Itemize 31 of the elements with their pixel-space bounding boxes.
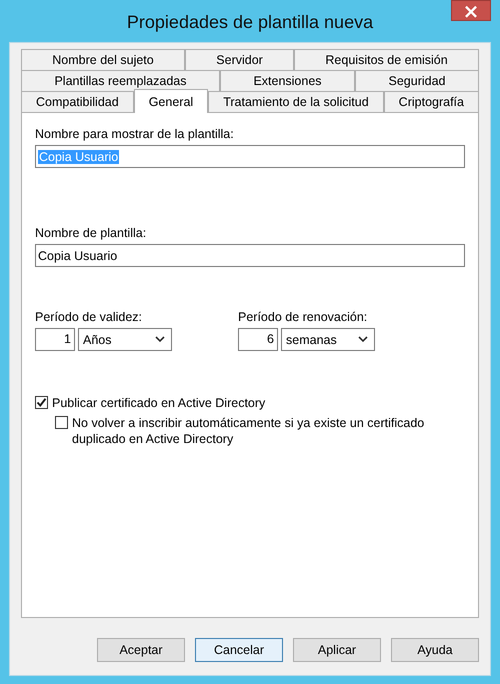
number-field[interactable]: 1 <box>35 328 75 351</box>
dialog-button[interactable]: Cancelar <box>195 638 283 662</box>
field-label: Nombre de plantilla: <box>35 226 148 240</box>
template-name-field[interactable]: Copia Usuario <box>35 244 465 267</box>
number-field[interactable]: 6 <box>238 328 278 351</box>
dialog-button[interactable]: Aceptar <box>97 638 185 662</box>
tab[interactable]: Criptografía <box>384 91 479 112</box>
chevron-down-icon <box>155 336 165 343</box>
checkbox-label: No volver a inscribir automáticamente si ya existe un certificado duplicado en Active Directory <box>72 415 426 447</box>
tab[interactable]: General <box>134 89 208 113</box>
tab[interactable]: Tratamiento de la solicitud <box>208 91 384 112</box>
period-label: Período de renovación: <box>238 310 368 324</box>
tab[interactable]: Requisitos de emisión <box>294 49 479 70</box>
period-label: Período de validez: <box>35 310 144 324</box>
unit-dropdown[interactable]: Años <box>78 328 172 351</box>
tab[interactable]: Servidor <box>185 49 294 70</box>
checkbox[interactable] <box>55 416 68 429</box>
checkbox[interactable] <box>35 396 48 409</box>
field-label: Nombre para mostrar de la plantilla: <box>35 127 235 141</box>
window-title: Propiedades de plantilla nueva <box>126 10 374 32</box>
tab[interactable]: Seguridad <box>355 70 479 91</box>
chevron-down-icon <box>358 336 368 343</box>
dialog-button[interactable]: Ayuda <box>391 638 479 662</box>
tab[interactable]: Extensiones <box>220 70 356 91</box>
close-button[interactable]: × <box>451 0 491 21</box>
dialog-button[interactable]: Aplicar <box>293 638 381 662</box>
tab[interactable]: Compatibilidad <box>21 91 134 112</box>
tab[interactable]: Nombre del sujeto <box>21 49 186 70</box>
tab[interactable]: Plantillas reemplazadas <box>21 70 220 91</box>
checkbox-label: Publicar certificado en Active Directory <box>52 395 266 411</box>
unit-dropdown[interactable]: semanas <box>281 328 375 351</box>
